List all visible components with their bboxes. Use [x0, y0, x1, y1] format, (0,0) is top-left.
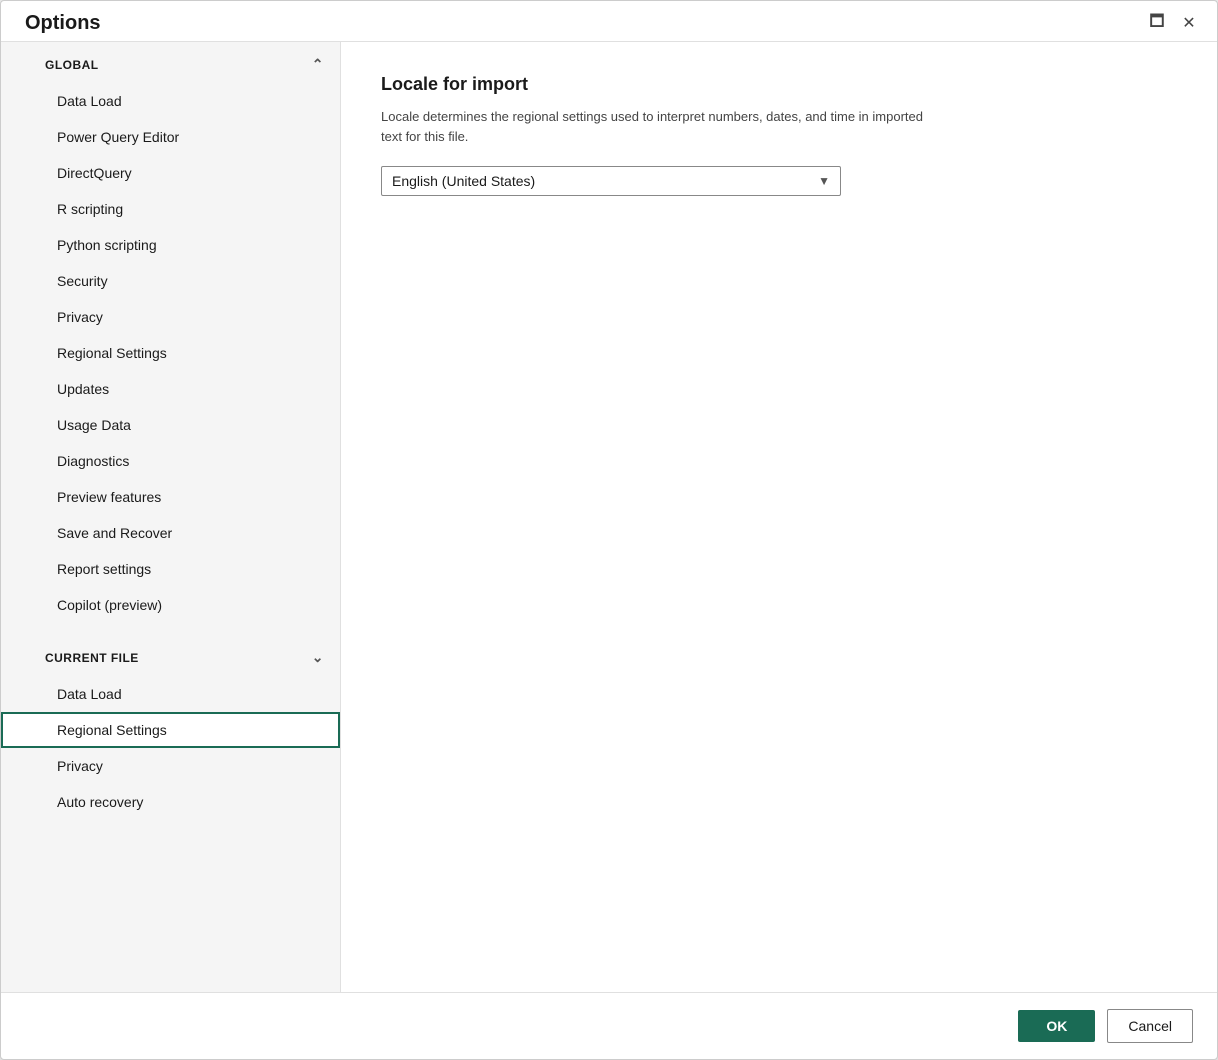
- sidebar-item-regional-settings-global[interactable]: Regional Settings: [1, 335, 340, 371]
- ok-button[interactable]: OK: [1018, 1010, 1095, 1042]
- current-file-section-label: CURRENT FILE: [45, 651, 139, 665]
- sidebar-item-save-and-recover[interactable]: Save and Recover: [1, 515, 340, 551]
- global-section-label: GLOBAL: [45, 58, 99, 72]
- global-section-header: GLOBAL ⌃: [1, 42, 340, 83]
- minimize-button[interactable]: 🗖: [1145, 11, 1169, 35]
- locale-value: English (United States): [392, 173, 535, 189]
- options-dialog: Options 🗖 ✕ GLOBAL ⌃ Data Load Power Que…: [0, 0, 1218, 1060]
- sidebar-item-python-scripting[interactable]: Python scripting: [1, 227, 340, 263]
- sidebar-item-diagnostics[interactable]: Diagnostics: [1, 443, 340, 479]
- section-divider: [1, 623, 340, 635]
- dialog-title: Options: [25, 12, 101, 35]
- title-bar: Options 🗖 ✕: [1, 1, 1217, 41]
- sidebar-item-report-settings[interactable]: Report settings: [1, 551, 340, 587]
- sidebar-item-privacy-current[interactable]: Privacy: [1, 748, 340, 784]
- dialog-body: GLOBAL ⌃ Data Load Power Query Editor Di…: [1, 41, 1217, 992]
- title-bar-controls: 🗖 ✕: [1145, 11, 1201, 35]
- sidebar-item-usage-data[interactable]: Usage Data: [1, 407, 340, 443]
- dropdown-arrow-icon: ▼: [818, 174, 830, 188]
- sidebar: GLOBAL ⌃ Data Load Power Query Editor Di…: [1, 42, 341, 992]
- sidebar-scroll[interactable]: GLOBAL ⌃ Data Load Power Query Editor Di…: [1, 42, 340, 992]
- description-line1: Locale determines the regional settings …: [381, 109, 923, 124]
- sidebar-item-security[interactable]: Security: [1, 263, 340, 299]
- close-button[interactable]: ✕: [1177, 11, 1201, 35]
- sidebar-item-auto-recovery[interactable]: Auto recovery: [1, 784, 340, 820]
- current-file-chevron-icon[interactable]: ⌄: [312, 649, 324, 666]
- sidebar-item-regional-settings-current[interactable]: Regional Settings: [1, 712, 340, 748]
- sidebar-item-data-load-current[interactable]: Data Load: [1, 676, 340, 712]
- content-description: Locale determines the regional settings …: [381, 107, 1061, 146]
- sidebar-item-copilot-preview[interactable]: Copilot (preview): [1, 587, 340, 623]
- global-chevron-icon[interactable]: ⌃: [312, 56, 324, 73]
- description-line2: text for this file.: [381, 129, 468, 144]
- content-title: Locale for import: [381, 74, 1177, 95]
- cancel-button[interactable]: Cancel: [1107, 1009, 1193, 1043]
- current-file-section-header: CURRENT FILE ⌄: [1, 635, 340, 676]
- main-content: Locale for import Locale determines the …: [341, 42, 1217, 992]
- sidebar-item-direct-query[interactable]: DirectQuery: [1, 155, 340, 191]
- sidebar-item-r-scripting[interactable]: R scripting: [1, 191, 340, 227]
- sidebar-item-power-query-editor[interactable]: Power Query Editor: [1, 119, 340, 155]
- locale-dropdown[interactable]: English (United States) ▼: [381, 166, 841, 196]
- dialog-footer: OK Cancel: [1, 992, 1217, 1059]
- sidebar-item-data-load-global[interactable]: Data Load: [1, 83, 340, 119]
- sidebar-item-preview-features[interactable]: Preview features: [1, 479, 340, 515]
- sidebar-item-updates[interactable]: Updates: [1, 371, 340, 407]
- sidebar-item-privacy[interactable]: Privacy: [1, 299, 340, 335]
